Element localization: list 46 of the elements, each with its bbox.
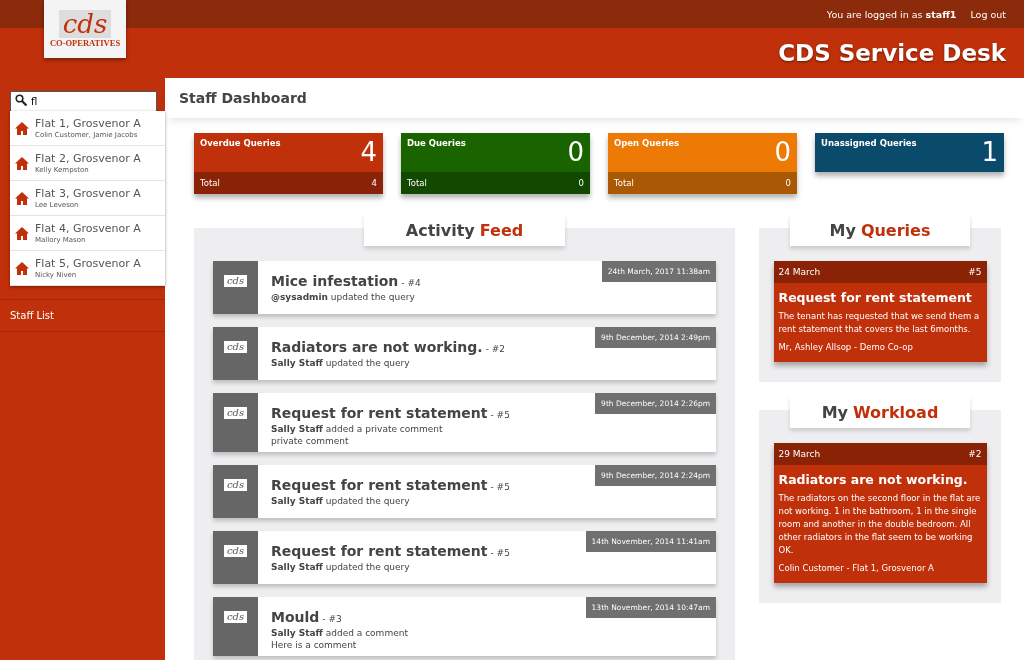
feed-title: Request for rent statement	[271, 543, 488, 559]
comment-text: Here is a comment	[271, 640, 358, 650]
app-title: CDS Service Desk	[778, 40, 1006, 66]
query-number: - #5	[490, 482, 510, 492]
avatar-logo: cds	[223, 407, 248, 419]
stat-card[interactable]: Open Queries 0 Total 0	[608, 133, 797, 194]
feed-text: Sally Staff updated the query	[271, 358, 411, 368]
avatar-logo: cds	[223, 545, 248, 557]
avatar-logo: cds	[223, 341, 248, 353]
home-icon	[15, 156, 29, 170]
query-number: - #3	[322, 614, 342, 624]
avatar-logo: cds	[223, 479, 248, 491]
page-title: Staff Dashboard	[165, 78, 1024, 118]
home-icon	[15, 226, 29, 240]
query-number: - #5	[490, 548, 510, 558]
query-number: - #4	[401, 278, 421, 288]
avatar-logo: cds	[223, 275, 248, 287]
feed-title: Radiators are not working.	[271, 339, 483, 355]
feed-title: Mice infestation	[271, 273, 399, 289]
stat-card[interactable]: Unassigned Queries 1	[815, 133, 1004, 172]
feed-text: Sally Staff added a private comment	[271, 424, 444, 434]
home-icon	[15, 261, 29, 275]
logout-link[interactable]: Log out	[970, 8, 1006, 20]
feed-title: Request for rent statement	[271, 405, 488, 421]
avatar-logo: cds	[223, 611, 248, 623]
feed-text: @sysadmin updated the query	[271, 292, 416, 302]
home-icon	[15, 121, 29, 135]
home-icon	[15, 191, 29, 205]
login-status: You are logged in as staff1	[826, 8, 957, 20]
feed-text: Sally Staff added a comment	[271, 628, 408, 638]
section-heading: My Queries	[790, 214, 970, 246]
section-heading: My Workload	[790, 396, 970, 428]
section-heading: Activity Feed	[364, 214, 565, 246]
feed-text: Sally Staff updated the query	[271, 562, 411, 572]
feed-title: Mould	[271, 609, 320, 625]
query-card[interactable]: 24 March #5 Request for rent statement The tenant has requested that we send them a rent statement that covers the last 6months. Mr, Ashley Allsop - Demo Co-op	[773, 261, 987, 362]
feed-title: Request for rent statement	[271, 477, 488, 493]
query-number: - #5	[490, 410, 510, 420]
feed-text: Sally Staff updated the query	[271, 496, 411, 506]
query-card[interactable]: 29 March #2 Radiators are not working. The radiators on the second floor in the flat are not working. 1 in the bathroom, 1 in the single room and another in the double bedroom. All other radiators in the flat seem to be working OK. Colin Customer - Flat 1, Grosvenor A	[773, 443, 987, 583]
comment-text: private comment	[271, 436, 350, 446]
search-icon	[15, 94, 27, 106]
stat-card[interactable]: Due Queries 0 Total 0	[401, 133, 590, 194]
logo[interactable]: cds CO-OPERATIVES	[44, 0, 126, 58]
stat-card[interactable]: Overdue Queries 4 Total 4	[194, 133, 383, 194]
query-number: - #2	[485, 344, 506, 354]
